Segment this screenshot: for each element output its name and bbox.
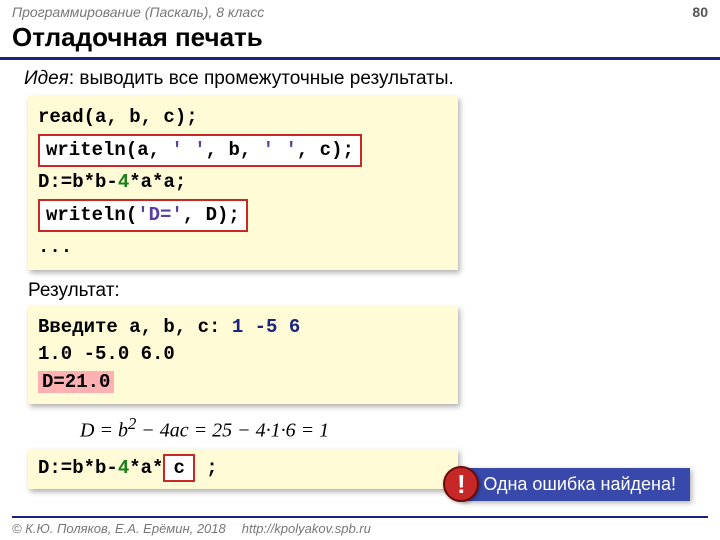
copyright: © К.Ю. Поляков, Е.А. Ерёмин, 2018 xyxy=(12,521,226,536)
result-label: Результат: xyxy=(0,280,720,302)
output-block: Введите a, b, c: 1 -5 6 1.0 -5.0 6.0 D=2… xyxy=(28,306,458,405)
debug-writeln-2: writeln('D=', D); xyxy=(38,199,248,233)
output-line: Введите a, b, c: 1 -5 6 xyxy=(38,314,448,342)
page-number: 80 xyxy=(692,4,708,20)
code-block-1: read(a, b, c); writeln(a, ' ', b, ' ', c… xyxy=(28,96,458,270)
code-line: ... xyxy=(38,234,448,262)
code-line: read(a, b, c); xyxy=(38,104,448,132)
course-label: Программирование (Паскаль), 8 класс xyxy=(12,4,264,20)
code-block-fix: D:=b*b-4*a*c ; xyxy=(28,449,458,489)
debug-writeln-1: writeln(a, ' ', b, ' ', c); xyxy=(38,134,362,168)
output-line: 1.0 -5.0 6.0 xyxy=(38,341,448,369)
callout: ! Одна ошибка найдена! xyxy=(443,466,690,502)
idea-label: Идея xyxy=(24,68,69,89)
footer: © К.Ю. Поляков, Е.А. Ерёмин, 2018 http:/… xyxy=(12,516,708,536)
fixed-char: c xyxy=(163,454,194,482)
page-title: Отладочная печать xyxy=(0,22,720,60)
code-line: D:=b*b-4*a*a; xyxy=(38,169,448,197)
idea-text: : выводить все промежуточные результаты. xyxy=(69,68,454,89)
header: Программирование (Паскаль), 8 класс 80 xyxy=(0,0,720,22)
formula: D = b2 − 4ac = 25 − 4·1·6 = 1 xyxy=(80,414,640,443)
idea-line: Идея: выводить все промежуточные результ… xyxy=(0,68,720,90)
output-error-line: D=21.0 xyxy=(38,369,448,397)
callout-text: Одна ошибка найдена! xyxy=(461,468,690,501)
footer-url: http://kpolyakov.spb.ru xyxy=(242,521,371,536)
